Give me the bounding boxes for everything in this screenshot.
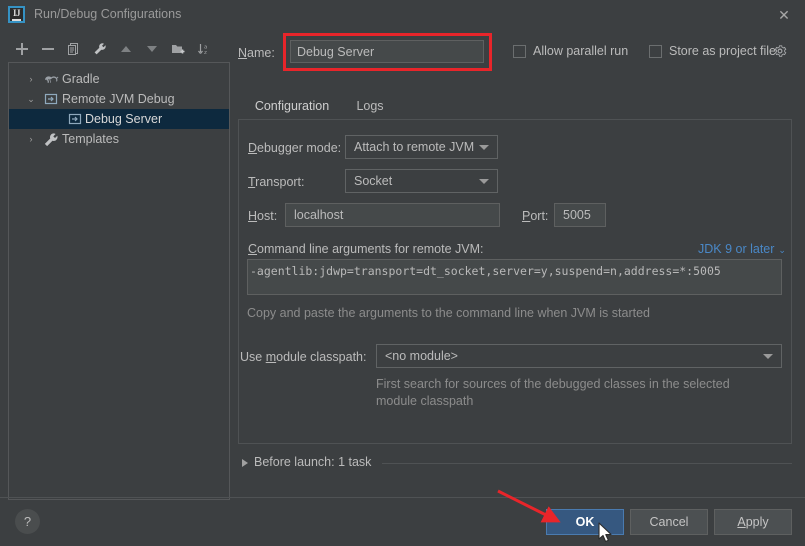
allow-parallel-run-label: Allow parallel run bbox=[533, 44, 629, 58]
debugger-mode-dropdown[interactable]: Attach to remote JVM bbox=[345, 135, 498, 159]
tree-item-label: Templates bbox=[62, 132, 119, 146]
jdk-version-dropdown[interactable]: JDK 9 or later ⌄ bbox=[698, 242, 786, 256]
command-line-arguments-field[interactable]: -agentlib:jdwp=transport=dt_socket,serve… bbox=[247, 259, 782, 295]
intellij-idea-icon: IJ bbox=[8, 6, 25, 23]
host-input[interactable]: localhost bbox=[285, 203, 500, 227]
expand-triangle-icon[interactable] bbox=[242, 459, 248, 467]
gradle-elephant-icon bbox=[43, 69, 59, 89]
apply-button[interactable]: Apply bbox=[714, 509, 792, 535]
checkbox-box[interactable] bbox=[649, 44, 662, 58]
move-down-button[interactable] bbox=[140, 37, 166, 61]
expand-chevron-icon[interactable]: › bbox=[23, 129, 39, 149]
ok-button[interactable]: OK bbox=[546, 509, 624, 535]
module-classpath-hint-line1: First search for sources of the debugged… bbox=[376, 377, 730, 391]
configurations-toolbar: a z bbox=[10, 36, 232, 62]
remote-debug-icon bbox=[43, 89, 59, 109]
tab-configuration[interactable]: Configuration bbox=[247, 95, 337, 121]
module-classpath-hint-line2: module classpath bbox=[376, 394, 474, 408]
close-icon[interactable]: ✕ bbox=[769, 3, 799, 27]
tree-item-label: Debug Server bbox=[85, 112, 163, 126]
copy-configuration-button[interactable] bbox=[62, 37, 88, 61]
name-label: Name: bbox=[238, 46, 275, 60]
debugger-mode-label: Debugger mode: bbox=[248, 141, 342, 155]
module-classpath-value: <no module> bbox=[385, 349, 458, 363]
store-as-project-file-checkbox[interactable]: Store as project file bbox=[649, 44, 776, 58]
chevron-down-icon bbox=[479, 179, 489, 184]
tree-item-label: Gradle bbox=[62, 72, 100, 86]
collapse-chevron-icon[interactable]: ⌄ bbox=[23, 89, 39, 109]
command-line-hint: Copy and paste the arguments to the comm… bbox=[247, 306, 650, 320]
port-label: Port: bbox=[522, 209, 549, 223]
configurations-tree[interactable]: › Gradle ⌄ Remote JVM Debug Debug Server… bbox=[8, 62, 230, 500]
edit-templates-wrench-icon[interactable] bbox=[88, 37, 114, 61]
before-launch-label: Before launch: 1 task bbox=[254, 455, 372, 469]
new-folder-button[interactable] bbox=[166, 37, 192, 61]
tree-item-label: Remote JVM Debug bbox=[62, 92, 175, 106]
chevron-down-icon bbox=[479, 145, 489, 150]
remote-debug-icon bbox=[67, 109, 83, 129]
chevron-down-icon bbox=[763, 354, 773, 359]
sort-configurations-button[interactable]: a z bbox=[192, 37, 218, 61]
module-classpath-dropdown[interactable]: <no module> bbox=[376, 344, 782, 368]
command-line-arguments-label: Command line arguments for remote JVM: bbox=[248, 242, 484, 256]
tab-bar: Configuration Logs bbox=[238, 95, 792, 121]
tree-item-remote-jvm-debug[interactable]: ⌄ Remote JVM Debug bbox=[9, 89, 229, 109]
wrench-icon bbox=[43, 129, 59, 149]
window-title: Run/Debug Configurations bbox=[34, 7, 182, 21]
add-configuration-button[interactable] bbox=[10, 37, 36, 61]
transport-label: Transport: bbox=[248, 175, 305, 189]
svg-text:z: z bbox=[204, 50, 207, 56]
allow-parallel-run-checkbox[interactable]: Allow parallel run bbox=[513, 44, 628, 58]
move-up-button[interactable] bbox=[114, 37, 140, 61]
command-line-arguments-value: -agentlib:jdwp=transport=dt_socket,serve… bbox=[250, 264, 721, 278]
port-input[interactable]: 5005 bbox=[554, 203, 606, 227]
transport-value: Socket bbox=[354, 174, 393, 188]
name-input[interactable] bbox=[290, 40, 484, 63]
title-bar: IJ Run/Debug Configurations ✕ bbox=[0, 0, 805, 30]
before-launch-section[interactable]: Before launch: 1 task bbox=[240, 455, 792, 471]
section-divider bbox=[382, 463, 792, 464]
cancel-button[interactable]: Cancel bbox=[630, 509, 708, 535]
expand-chevron-icon[interactable]: › bbox=[23, 69, 39, 89]
gear-icon[interactable] bbox=[773, 44, 787, 58]
tab-logs[interactable]: Logs bbox=[350, 95, 390, 119]
tree-item-templates[interactable]: › Templates bbox=[9, 129, 229, 149]
footer-divider bbox=[0, 497, 805, 498]
transport-dropdown[interactable]: Socket bbox=[345, 169, 498, 193]
tree-item-gradle[interactable]: › Gradle bbox=[9, 69, 229, 89]
host-label: Host: bbox=[248, 209, 278, 223]
debugger-mode-value: Attach to remote JVM bbox=[354, 140, 475, 154]
tree-item-debug-server[interactable]: Debug Server bbox=[9, 109, 229, 129]
jdk-version-label: JDK 9 or later bbox=[698, 242, 775, 256]
store-as-project-file-label: Store as project file bbox=[669, 44, 776, 58]
remove-configuration-button[interactable] bbox=[36, 37, 62, 61]
help-button[interactable]: ? bbox=[15, 509, 40, 534]
checkbox-box[interactable] bbox=[513, 44, 526, 58]
chevron-down-icon: ⌄ bbox=[778, 245, 786, 255]
module-classpath-label: Use module classpath: bbox=[240, 350, 367, 364]
